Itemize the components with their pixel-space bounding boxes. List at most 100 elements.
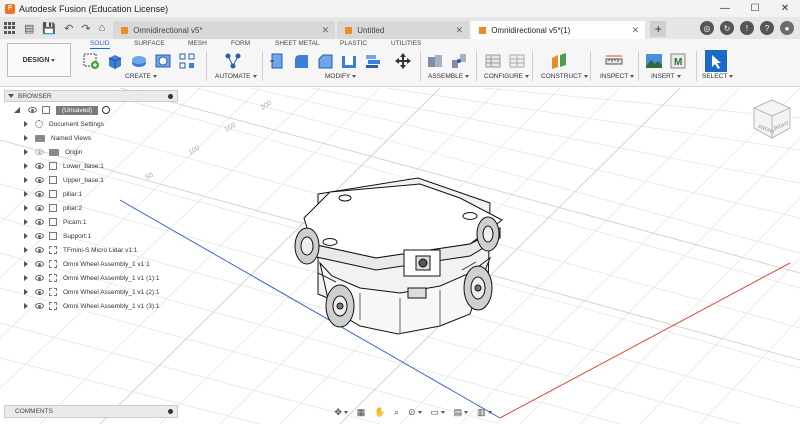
tree-item-omni-wheel-2[interactable]: Omni Wheel Assembly_1 v1 (1):1 (24, 272, 159, 284)
redo-icon[interactable]: ↷ (81, 22, 90, 35)
activate-radio-icon[interactable] (101, 106, 110, 114)
inspect-menu[interactable]: INSPECT (600, 73, 635, 80)
chamfer-icon[interactable] (316, 52, 334, 70)
help-icon[interactable]: ? (760, 21, 774, 35)
grid-settings-icon[interactable]: ▤ (454, 407, 469, 418)
close-tab-icon[interactable]: ✕ (456, 25, 464, 36)
fillet-icon[interactable] (292, 52, 310, 70)
tree-root[interactable]: (Unsaved) (14, 104, 110, 116)
offset-plane-icon[interactable] (550, 52, 568, 70)
tree-item-support[interactable]: Support:1 (24, 230, 91, 242)
maximize-button[interactable]: ☐ (740, 0, 770, 17)
assemble-menu[interactable]: ASSEMBLE (428, 73, 470, 80)
visibility-eye-icon[interactable] (35, 177, 44, 183)
tree-item-origin[interactable]: Origin (24, 146, 82, 158)
viewcube[interactable]: FRONT RIGHT (752, 98, 792, 142)
shell-icon[interactable] (340, 52, 358, 70)
joint-icon[interactable] (450, 52, 468, 70)
tree-item-pillar-1[interactable]: pillar:1 (24, 188, 82, 200)
avatar[interactable]: ● (780, 21, 794, 35)
visibility-eye-icon[interactable] (35, 163, 44, 169)
expand-icon[interactable] (24, 219, 28, 225)
close-tab-icon[interactable]: ✕ (322, 25, 330, 36)
visibility-eye-icon[interactable] (35, 233, 44, 239)
expand-icon[interactable] (24, 177, 28, 183)
data-panel-icon[interactable] (4, 22, 16, 34)
comments-panel-header[interactable]: COMMENTS (4, 405, 178, 418)
select-icon[interactable] (705, 50, 727, 72)
hole-icon[interactable] (154, 52, 172, 70)
visibility-eye-icon[interactable] (35, 261, 44, 267)
undo-icon[interactable]: ↶ (64, 22, 73, 35)
job-status-icon[interactable]: ↻ (720, 21, 734, 35)
create-sketch-icon[interactable] (82, 52, 100, 70)
pin-icon[interactable] (168, 93, 173, 99)
orbit-icon[interactable]: ✥ (334, 407, 348, 418)
expand-icon[interactable] (14, 106, 21, 114)
tab-omnidirectional-v5[interactable]: Omnidirectional v5* ✕ (113, 21, 336, 39)
configure-icon[interactable] (484, 52, 502, 70)
canvas-viewport[interactable]: 200 150 100 50 (0, 88, 800, 424)
file-menu-icon[interactable]: ▤ (24, 22, 34, 35)
new-component-icon[interactable] (426, 52, 444, 70)
tab-sheet-metal[interactable]: SHEET METAL (275, 40, 320, 47)
move-copy-icon[interactable] (394, 52, 412, 70)
display-settings-icon[interactable]: ▭ (430, 407, 445, 418)
automate-icon[interactable] (224, 52, 242, 70)
pan-icon[interactable]: ✋ (374, 407, 385, 418)
expand-icon[interactable] (24, 135, 28, 141)
create-menu[interactable]: CREATE (125, 73, 157, 80)
insert-image-icon[interactable] (645, 52, 663, 70)
tree-item-omni-wheel-4[interactable]: Omni Wheel Assembly_1 v1 (3):1 (24, 300, 159, 312)
home-icon[interactable]: ⌂ (99, 22, 106, 34)
minimize-button[interactable]: — (710, 0, 740, 17)
save-icon[interactable]: 💾 (42, 22, 56, 35)
visibility-eye-icon[interactable] (35, 219, 44, 225)
construct-menu[interactable]: CONSTRUCT (541, 73, 588, 80)
visibility-eye-icon[interactable] (35, 247, 44, 253)
tab-plastic[interactable]: PLASTIC (340, 40, 367, 47)
tab-form[interactable]: FORM (231, 40, 250, 47)
pattern-icon[interactable] (178, 52, 196, 70)
modify-menu[interactable]: MODIFY (325, 73, 357, 80)
expand-icon[interactable] (24, 205, 28, 211)
visibility-eye-icon[interactable] (35, 275, 44, 281)
look-at-icon[interactable]: ▦ (357, 407, 366, 418)
insert-menu[interactable]: INSERT (651, 73, 681, 80)
visibility-eye-icon[interactable] (35, 205, 44, 211)
tab-omnidirectional-v5-1[interactable]: Omnidirectional v5*(1) ✕ (471, 21, 646, 39)
expand-icon[interactable] (24, 275, 28, 281)
notifications-icon[interactable]: ! (740, 21, 754, 35)
expand-icon[interactable] (24, 121, 28, 127)
expand-icon[interactable] (24, 303, 28, 309)
tree-item-lower-base[interactable]: Lower_base:1 (24, 160, 104, 172)
tab-solid[interactable]: SOLID (90, 40, 110, 49)
configure-menu[interactable]: CONFIGURE (484, 73, 529, 80)
tree-item-document-settings[interactable]: Document Settings (24, 118, 104, 130)
tree-item-upper-base[interactable]: Upper_base:1 (24, 174, 104, 186)
visibility-eye-icon[interactable] (35, 289, 44, 295)
tree-item-picam[interactable]: Picam:1 (24, 216, 86, 228)
tree-item-omni-wheel-3[interactable]: Omni Wheel Assembly_1 v1 (2):1 (24, 286, 159, 298)
workspace-switcher[interactable]: DESIGN (7, 43, 71, 77)
new-tab-button[interactable]: + (650, 21, 667, 37)
collapse-icon[interactable] (8, 93, 14, 99)
tree-item-pillar-2[interactable]: pillar:2 (24, 202, 82, 214)
tree-item-named-views[interactable]: Named Views (24, 132, 91, 144)
expand-icon[interactable] (24, 261, 28, 267)
tab-mesh[interactable]: MESH (188, 40, 207, 47)
combine-icon[interactable] (364, 52, 382, 70)
expand-icon[interactable] (24, 191, 28, 197)
close-button[interactable]: ✕ (770, 0, 800, 17)
expand-icon[interactable] (24, 163, 28, 169)
visibility-eye-icon[interactable] (28, 107, 37, 113)
browser-panel-header[interactable]: BROWSER (4, 90, 178, 102)
revolve-icon[interactable] (130, 52, 148, 70)
visibility-eye-icon[interactable] (35, 303, 44, 309)
visibility-eye-icon[interactable] (35, 191, 44, 197)
fit-icon[interactable]: ⊙ (408, 407, 422, 418)
expand-icon[interactable] (24, 149, 28, 155)
measure-icon[interactable] (605, 52, 623, 70)
configure-table-icon[interactable] (508, 52, 526, 70)
extensions-icon[interactable]: ◎ (700, 21, 714, 35)
